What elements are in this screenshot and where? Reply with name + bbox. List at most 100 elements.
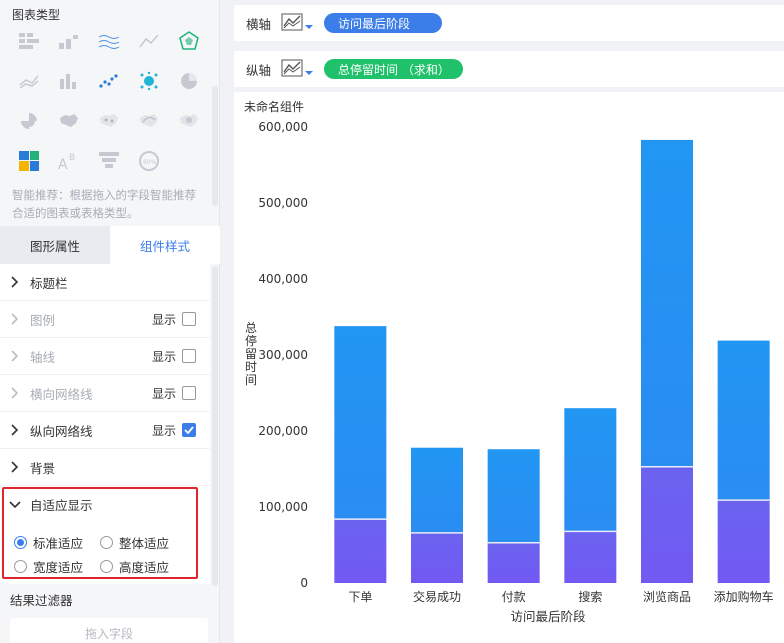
x-tick-label: 交易成功	[413, 589, 461, 604]
y-tick-label: 200,000	[258, 424, 308, 438]
vertical-grid-show-checkbox[interactable]	[182, 423, 196, 437]
y-tick-label: 400,000	[258, 272, 308, 286]
tab-graphic-properties[interactable]: 图形属性	[0, 226, 110, 264]
chart-type-dropdown[interactable]	[280, 57, 324, 81]
line-chart-icon	[281, 59, 313, 77]
bar-segment	[641, 139, 693, 467]
prop-row-vertical-grid[interactable]: 纵向网络线 显示	[0, 412, 210, 449]
prop-label: 轴线	[30, 349, 56, 365]
bar-segment	[334, 326, 387, 520]
chevron-right-icon	[0, 313, 30, 325]
show-label: 显示	[151, 423, 176, 438]
y-tick-label: 600,000	[258, 120, 308, 134]
y-tick-label: 500,000	[258, 196, 308, 210]
x-axis-bar: 横轴 访问最后阶段	[234, 5, 784, 41]
chevron-right-icon	[0, 387, 30, 399]
heat-map-icon[interactable]	[176, 108, 202, 134]
prop-label: 纵向网络线	[30, 423, 93, 439]
svg-text:A: A	[58, 157, 68, 171]
result-filter-title: 结果过滤器	[10, 593, 73, 608]
y-tick-label: 100,000	[258, 500, 308, 514]
checkmark-icon	[184, 426, 194, 434]
line-chart-icon[interactable]	[16, 68, 42, 94]
bar-segment	[641, 466, 693, 583]
chevron-right-icon	[0, 424, 30, 436]
region-map-icon[interactable]	[56, 108, 82, 134]
x-tick-label: 付款	[502, 590, 526, 604]
bar-segment	[717, 500, 770, 583]
svg-text:B: B	[69, 153, 75, 163]
smart-recommend-hint: 智能推荐：根据拖入的字段智能推荐合适的图表或表格类型。	[12, 188, 196, 220]
y-axis-title: 总停留时间	[245, 321, 257, 387]
pie-chart-icon[interactable]	[176, 68, 202, 94]
tab-component-style[interactable]: 组件样式	[110, 226, 220, 264]
scatter-icon[interactable]	[96, 68, 122, 94]
chevron-right-icon	[0, 461, 30, 473]
x-axis-title: 访问最后阶段	[510, 609, 585, 624]
y-tick-label: 0	[300, 576, 308, 590]
show-label: 显示	[151, 349, 176, 364]
stacked-bar-chart: 0 100,000 200,000 300,000 400,000 500,000 600,…	[245, 120, 774, 624]
line-chart-icon	[281, 13, 313, 31]
y-axis-field-pill[interactable]: 总停留时间 （求和）	[324, 59, 463, 79]
radar-icon[interactable]	[176, 28, 202, 54]
prop-row-title-bar[interactable]: 标题栏	[0, 264, 210, 301]
x-tick-label: 浏览商品	[643, 589, 691, 604]
axis-line-show-checkbox[interactable]	[182, 349, 196, 363]
word-cloud-icon[interactable]: AB	[56, 148, 82, 174]
treemap-icon[interactable]	[16, 148, 42, 174]
show-label: 显示	[151, 312, 176, 327]
prop-label: 标题栏	[30, 275, 68, 291]
bar-segment	[564, 408, 617, 532]
x-tick-label: 添加购物车	[714, 589, 774, 604]
filter-drop-zone[interactable]: 拖入字段	[10, 618, 208, 643]
flow-map-icon[interactable]	[136, 108, 162, 134]
show-label: 显示	[151, 386, 176, 401]
prop-label: 背景	[30, 460, 56, 476]
bar-segment	[487, 449, 540, 543]
highlight-box	[2, 487, 198, 579]
svg-text:60%: 60%	[143, 159, 157, 166]
x-tick-label: 下单	[348, 590, 372, 604]
y-tick-label: 300,000	[258, 348, 308, 362]
x-axis-label: 横轴	[246, 16, 272, 32]
rose-chart-icon[interactable]	[16, 108, 42, 134]
y-axis-label: 纵轴	[246, 62, 272, 78]
y-axis-bar: 纵轴 总停留时间 （求和）	[234, 51, 784, 87]
prop-label: 横向网络线	[30, 386, 93, 402]
x-tick-label: 搜索	[578, 589, 602, 604]
chart-type-scrollbar[interactable]	[212, 86, 218, 206]
prop-row-background[interactable]: 背景	[0, 449, 210, 486]
bubble-icon[interactable]	[136, 68, 162, 94]
prop-row-legend[interactable]: 图例 显示	[0, 301, 210, 338]
x-axis-field-pill[interactable]: 访问最后阶段	[324, 13, 442, 33]
bar-chart-icon[interactable]	[56, 68, 82, 94]
grouped-table-icon[interactable]	[56, 28, 82, 54]
prop-label: 图例	[30, 312, 56, 328]
prop-row-horizontal-grid[interactable]: 横向网络线 显示	[0, 375, 210, 412]
area-line-icon[interactable]	[136, 28, 162, 54]
point-map-icon[interactable]	[96, 108, 122, 134]
multi-line-icon[interactable]	[96, 28, 122, 54]
component-title: 未命名组件	[244, 100, 305, 114]
bar-segment	[411, 447, 463, 533]
bar-segment	[487, 542, 540, 583]
bar-segment	[411, 532, 463, 583]
horizontal-grid-show-checkbox[interactable]	[182, 386, 196, 400]
cross-table-icon[interactable]	[16, 28, 42, 54]
left-panel: 图表类型 A B 60% 智能推荐：根据拖入的字段智能推荐合适的图表或表格类型。…	[0, 0, 220, 643]
gauge-icon[interactable]: 60%	[136, 148, 162, 174]
bar-segment	[334, 519, 387, 583]
prop-row-axis-line[interactable]: 轴线 显示	[0, 338, 210, 375]
chart-type-dropdown[interactable]	[280, 11, 324, 35]
chart-type-title: 图表类型	[12, 8, 61, 22]
chevron-right-icon	[0, 276, 30, 288]
chart-component: 未命名组件 0 100,000 200,000 300,000 400,000 500,0…	[234, 92, 784, 643]
bar-segment	[564, 531, 617, 583]
property-tabs: 图形属性 组件样式	[0, 226, 220, 264]
bar-segment	[717, 340, 770, 501]
property-scrollbar[interactable]	[212, 266, 218, 586]
chevron-right-icon	[0, 350, 30, 362]
legend-show-checkbox[interactable]	[182, 312, 196, 326]
funnel-icon[interactable]	[96, 148, 122, 174]
